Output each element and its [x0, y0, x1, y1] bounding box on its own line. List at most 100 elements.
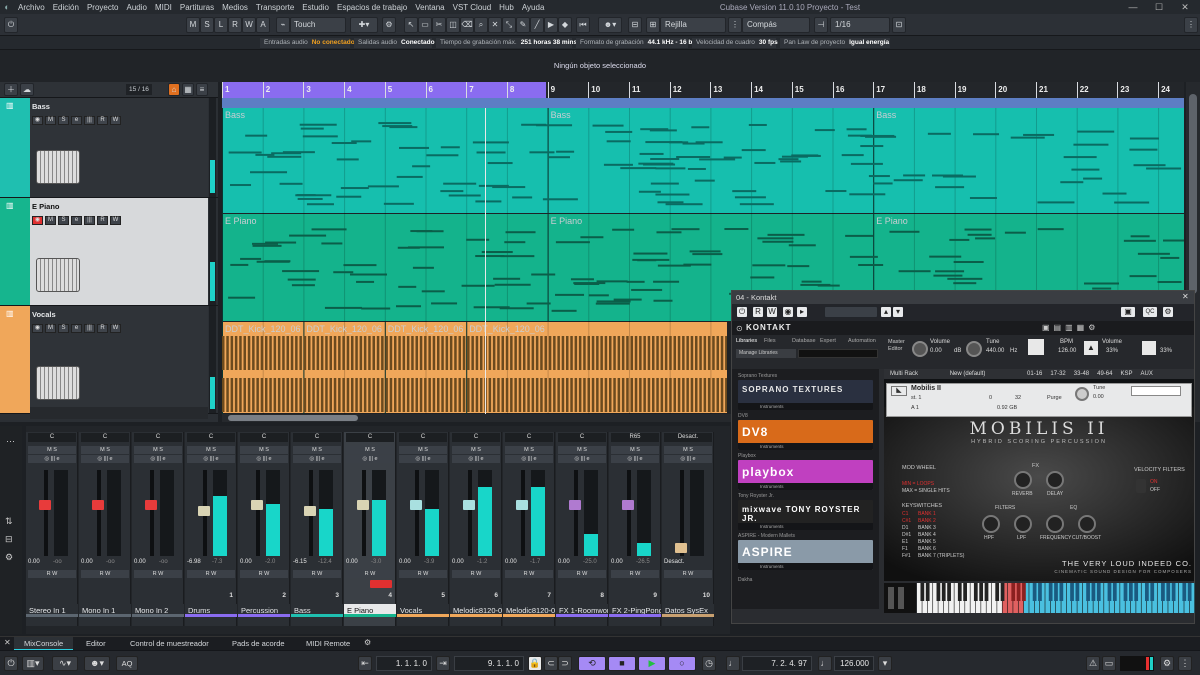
read-write-buttons[interactable]: R W [452, 570, 500, 578]
event-label[interactable]: Bass [876, 110, 896, 120]
channel-fader[interactable] [463, 500, 475, 510]
metronome-icon[interactable]: ♩ [818, 656, 832, 671]
channel-volume-value[interactable]: 0.00 [611, 559, 623, 565]
channel-pan[interactable]: C [28, 433, 76, 442]
activate-icon[interactable]: ⏻ [4, 656, 18, 671]
channel-strip[interactable]: C M S ◎ ||| e 0.00 -3.0 R W 4 [344, 432, 396, 626]
black-key[interactable] [1000, 583, 1005, 601]
event-label[interactable]: Bass [551, 110, 571, 120]
delay-knob[interactable] [1046, 471, 1064, 489]
channel-pan[interactable]: C [346, 433, 394, 442]
library-tab-4[interactable]: Automation [848, 338, 876, 344]
library-tab-3[interactable]: Expert [820, 338, 836, 344]
channel-name[interactable]: FX 2-PingPongDelay [609, 604, 661, 617]
snap-to-zero-icon[interactable]: ⋮ [728, 17, 742, 33]
audio-wave-icon[interactable]: ∿▾ [52, 656, 78, 671]
channel-fader[interactable] [410, 500, 422, 510]
mute-solo-buttons[interactable]: M S [452, 446, 500, 454]
rack-tab-3[interactable]: 49-64 [1097, 371, 1112, 377]
activate-project-icon[interactable]: ⏻ [4, 17, 18, 33]
record-enable-button[interactable] [370, 580, 392, 588]
mode-button-a[interactable]: A [256, 17, 270, 33]
library-tab-2[interactable]: Database [792, 338, 816, 344]
channel-name[interactable]: Vocals [397, 604, 449, 617]
channel-strip[interactable]: C M S ◎ ||| e 0.00 -1.7 R W 7 [503, 432, 555, 626]
channel-volume-value[interactable]: Desact. [664, 559, 684, 565]
black-key[interactable] [1096, 583, 1101, 601]
close-icon[interactable]: ✕ [1172, 0, 1198, 14]
channel-volume-value[interactable]: 0.00 [28, 559, 40, 565]
black-key[interactable] [920, 583, 925, 601]
grid-type-select[interactable]: Compás [742, 17, 810, 33]
pitch-wheel[interactable] [888, 587, 894, 609]
library-tab-1[interactable]: Files [764, 338, 776, 344]
smile-icon[interactable]: ☻▾ [84, 656, 110, 671]
mode-button-s[interactable]: S [200, 17, 214, 33]
channel-volume-value[interactable]: 0.00 [558, 559, 570, 565]
black-key[interactable] [941, 583, 946, 601]
track-btn-4[interactable]: ||| [84, 324, 95, 333]
black-key[interactable] [1022, 583, 1026, 601]
mute-solo-buttons[interactable]: M S [664, 446, 712, 454]
black-key[interactable] [1070, 583, 1074, 601]
menu-1[interactable]: Edición [49, 3, 83, 12]
listen-edit-buttons[interactable]: ◎ ||| e [452, 455, 500, 463]
read-write-buttons[interactable]: R W [81, 570, 129, 578]
event-label[interactable]: E Piano [225, 216, 257, 226]
max-voices-value[interactable]: 32 [1015, 395, 1021, 401]
channel-name[interactable]: FX 1-Roomworks SE [556, 604, 608, 617]
instrument-tune-knob[interactable] [1075, 387, 1089, 401]
library-search-input[interactable] [798, 349, 878, 358]
track-btn-6[interactable]: W [110, 216, 121, 225]
mute-solo-buttons[interactable]: M S [293, 446, 341, 454]
automation-mode-select[interactable]: Touch [290, 17, 346, 33]
mute-solo-buttons[interactable]: M S [28, 446, 76, 454]
track-vocals[interactable]: ▥ Vocals ◉ M Se ||| R W [0, 306, 218, 414]
track-btn-4[interactable]: ||| [84, 116, 95, 125]
more-icon[interactable]: ⋯ [6, 436, 15, 447]
channel-strip[interactable]: C M S ◎ ||| e 0.00 -2.0 R W 2 [238, 432, 290, 626]
track-btn-0[interactable]: ◉ [32, 324, 43, 333]
channel-pan[interactable]: C [240, 433, 288, 442]
track-btn-4[interactable]: ||| [84, 216, 95, 225]
kontakt-settings-icon[interactable]: ⚙ [1162, 306, 1174, 318]
automation-icon[interactable]: ⌁ [276, 17, 290, 33]
audio-activity-icon[interactable]: ▭ [1102, 656, 1116, 671]
mute-solo-buttons[interactable]: M S [81, 446, 129, 454]
cut-boost-knob[interactable] [1078, 515, 1096, 533]
channel-name[interactable]: Mono In 2 [132, 604, 184, 617]
black-key[interactable] [1038, 583, 1042, 601]
track-header[interactable]: Vocals ◉ M Se ||| R W [30, 306, 208, 413]
track-e-piano[interactable]: ▥ E Piano ◉ M Se ||| R W [0, 198, 218, 306]
black-key[interactable] [936, 583, 941, 601]
mute-solo-buttons[interactable]: M S [505, 446, 553, 454]
project-cursor[interactable] [485, 108, 486, 414]
settings-icon[interactable]: ⚙ [5, 552, 13, 563]
black-key[interactable] [1011, 583, 1016, 601]
track-btn-3[interactable]: e [71, 324, 82, 333]
channel-pan[interactable]: C [399, 433, 447, 442]
mute-solo-buttons[interactable]: M S [558, 446, 606, 454]
rack-preset[interactable]: New (default) [950, 371, 986, 377]
track-btn-6[interactable]: W [110, 324, 121, 333]
window-layout-icon[interactable]: ▦ [182, 83, 194, 96]
listen-edit-buttons[interactable]: ◎ ||| e [346, 455, 394, 463]
constrain-delay-icon[interactable]: ✚▾ [350, 17, 378, 33]
snap-icon[interactable]: ⊟ [628, 17, 642, 33]
time-warp-tool-icon[interactable]: ⤡ [502, 17, 516, 33]
kontakt-close-icon[interactable]: ✕ [1182, 292, 1189, 301]
track-btn-6[interactable]: W [110, 116, 121, 125]
black-key[interactable] [1166, 583, 1171, 601]
tuner-icon[interactable] [1142, 341, 1156, 355]
track-bass[interactable]: ▥ Bass ◉ M Se ||| R W [0, 98, 218, 198]
track-btn-0[interactable]: ◉ [32, 116, 43, 125]
menu-4[interactable]: MIDI [151, 3, 176, 12]
add-track-icon[interactable]: ＋ [4, 83, 18, 96]
read-write-buttons[interactable]: R W [134, 570, 182, 578]
object-selection-tool-icon[interactable]: ↖ [404, 17, 418, 33]
sidechain-icon[interactable]: ▸ [796, 306, 808, 318]
track-presets-icon[interactable]: ☁ [20, 83, 34, 96]
menu-2[interactable]: Proyecto [83, 3, 123, 12]
preset-next-icon[interactable]: ▾ [892, 306, 904, 318]
channel-name[interactable]: Melodic8120-01 [450, 604, 502, 617]
